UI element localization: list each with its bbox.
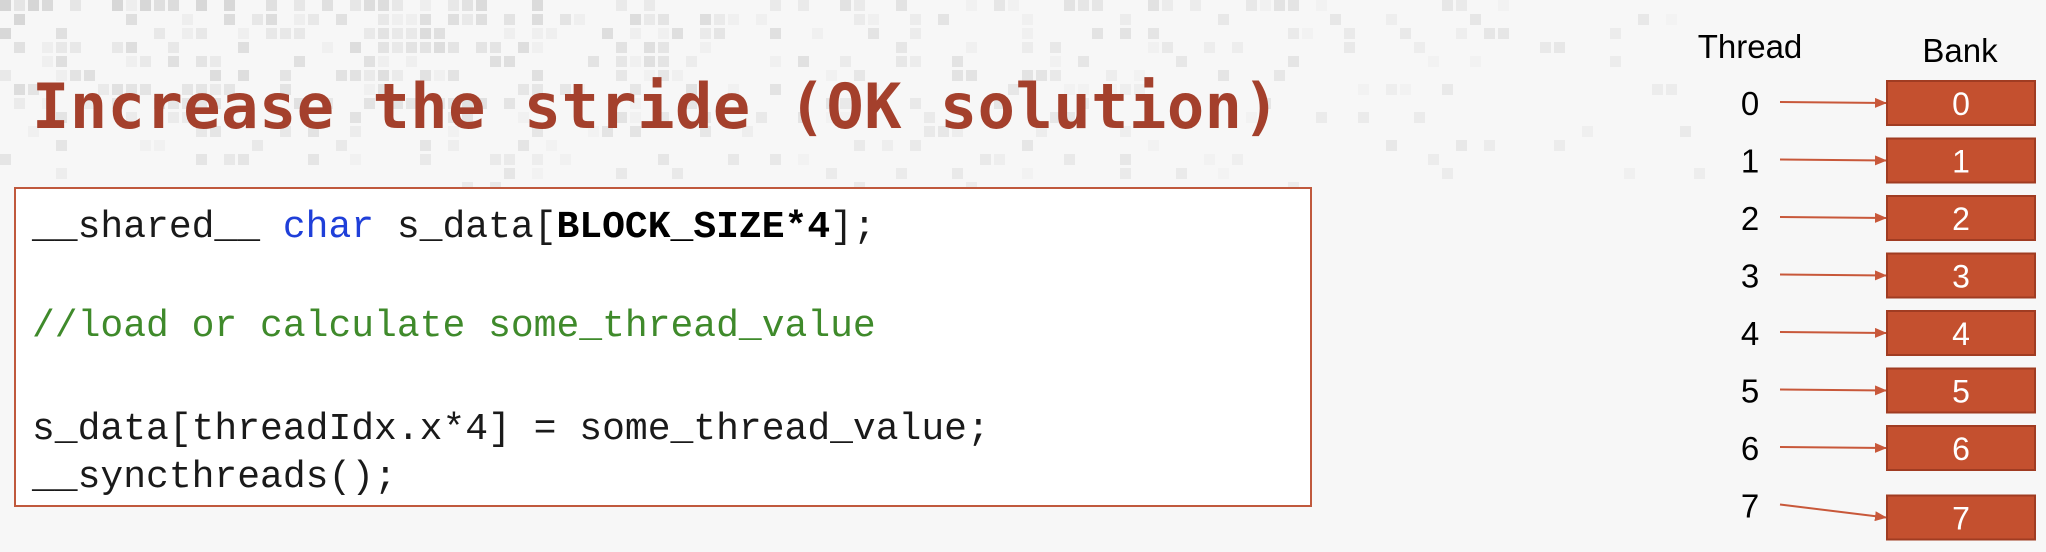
thread-to-bank-arrow	[1779, 327, 1887, 338]
thread-to-bank-arrow	[1779, 503, 1887, 522]
bank-label: 3	[1952, 259, 1970, 295]
bank-label: 2	[1952, 201, 1970, 237]
thread-label: 3	[1741, 258, 1759, 295]
code-comment-line: //load or calculate some_thread_value	[32, 305, 876, 348]
bank-column-header: Bank	[1922, 32, 1998, 69]
code-line-assignment: s_data[threadIdx.x*4] = some_thread_valu…	[32, 408, 990, 451]
code-array-name: s_data[	[374, 206, 557, 249]
code-line-shared-declaration: __shared__ char s_data[BLOCK_SIZE*4];	[32, 209, 876, 247]
code-line-end: ];	[830, 206, 876, 249]
thread-label: 2	[1741, 200, 1759, 237]
code-line-syncthreads: __syncthreads();	[32, 456, 397, 499]
bank-label: 0	[1952, 86, 1970, 122]
thread-to-bank-arrow	[1779, 270, 1887, 281]
bank-label: 6	[1952, 431, 1970, 467]
thread-label: 6	[1741, 430, 1759, 467]
thread-column-header: Thread	[1698, 28, 1803, 65]
thread-label: 7	[1741, 488, 1759, 525]
bank-label: 7	[1952, 501, 1970, 537]
code-shared-qualifier: __shared__	[32, 206, 283, 249]
thread-label: 5	[1741, 373, 1759, 410]
thread-to-bank-arrow	[1779, 155, 1887, 166]
thread-label: 1	[1741, 143, 1759, 180]
thread-label: 4	[1741, 315, 1759, 352]
thread-label: 0	[1741, 85, 1759, 122]
code-keyword-char: char	[282, 206, 375, 249]
code-block: __shared__ char s_data[BLOCK_SIZE*4]; //…	[14, 187, 1312, 507]
code-array-size: BLOCK_SIZE*4	[556, 206, 831, 249]
thread-to-bank-arrow	[1779, 442, 1887, 453]
thread-to-bank-arrow	[1779, 97, 1887, 108]
thread-bank-diagram: Thread Bank 0 0 1 1 2 2 3 3 4 4 5 5 6 6 7 7	[1698, 28, 2036, 541]
bank-label: 1	[1952, 144, 1970, 180]
thread-to-bank-arrow	[1779, 385, 1887, 396]
thread-to-bank-arrow	[1779, 212, 1887, 223]
slide-title: Increase the stride (OK solution)	[32, 70, 1281, 143]
bank-label: 4	[1952, 316, 1970, 352]
bank-label: 5	[1952, 374, 1970, 410]
